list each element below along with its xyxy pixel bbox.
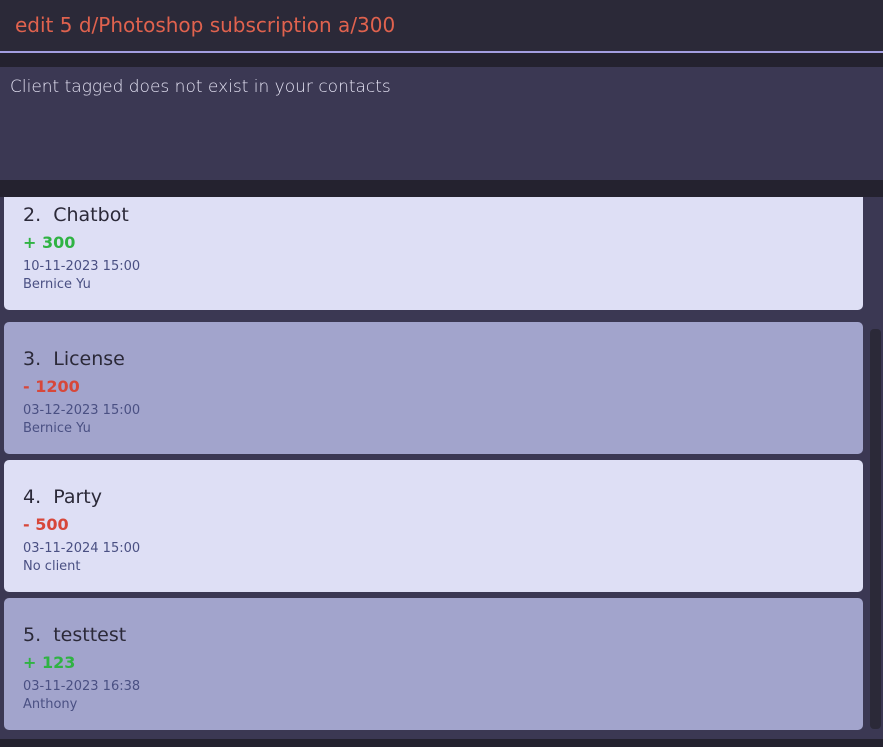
transaction-name: Chatbot — [53, 204, 129, 226]
transaction-datetime: 10-11-2023 15:00 — [23, 259, 141, 274]
transaction-card[interactable]: 4. Party - 500 03-11-2024 15:00 No clien… — [4, 460, 863, 592]
transaction-amount: + 300 — [23, 233, 76, 252]
command-input[interactable] — [15, 13, 875, 37]
scrollbar-thumb[interactable] — [870, 329, 881, 729]
transaction-title: 2. Chatbot — [23, 204, 129, 226]
transaction-card[interactable]: 5. testtest + 123 03-11-2023 16:38 Antho… — [4, 598, 863, 730]
transaction-client: Bernice Yu — [23, 421, 91, 436]
transaction-datetime: 03-11-2023 16:38 — [23, 679, 141, 694]
transaction-index: 2. — [23, 204, 42, 226]
transaction-name: License — [53, 348, 125, 370]
transaction-title: 5. testtest — [23, 624, 126, 646]
transaction-card[interactable]: 2. Chatbot + 300 10-11-2023 15:00 Bernic… — [4, 197, 863, 310]
transaction-datetime: 03-12-2023 15:00 — [23, 403, 141, 418]
transaction-amount: - 500 — [23, 515, 69, 534]
transaction-list[interactable]: 2. Chatbot + 300 10-11-2023 15:00 Bernic… — [0, 197, 883, 739]
transaction-client: Anthony — [23, 697, 78, 712]
result-message: Client tagged does not exist in your con… — [10, 77, 391, 97]
transaction-title: 3. License — [23, 348, 125, 370]
transaction-index: 4. — [23, 486, 42, 508]
transaction-card[interactable]: 3. License - 1200 03-12-2023 15:00 Berni… — [4, 322, 863, 454]
transaction-datetime: 03-11-2024 15:00 — [23, 541, 141, 556]
transaction-title: 4. Party — [23, 486, 102, 508]
transaction-client: Bernice Yu — [23, 277, 91, 292]
transaction-index: 5. — [23, 624, 42, 646]
result-display: Client tagged does not exist in your con… — [0, 67, 883, 180]
transaction-name: testtest — [53, 624, 127, 646]
command-box — [0, 0, 883, 53]
transaction-amount: - 1200 — [23, 377, 80, 396]
transaction-index: 3. — [23, 348, 42, 370]
transaction-client: No client — [23, 559, 81, 574]
transaction-amount: + 123 — [23, 653, 76, 672]
transaction-name: Party — [53, 486, 102, 508]
